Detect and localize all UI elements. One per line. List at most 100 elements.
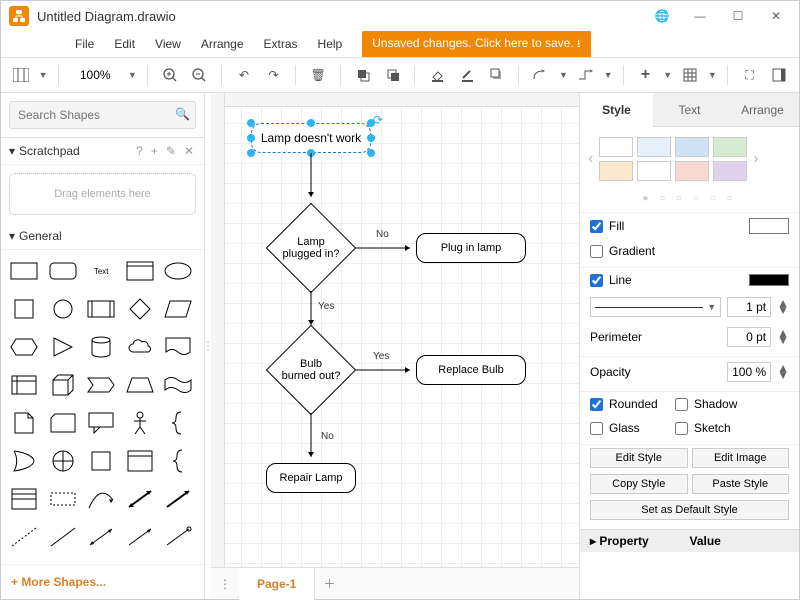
- swatch-6[interactable]: [675, 161, 709, 181]
- canvas[interactable]: Lamp doesn't work ⟳ Lamp plugged in? No …: [211, 93, 579, 567]
- maximize-button[interactable]: ☐: [723, 1, 753, 31]
- shape-xor[interactable]: [7, 446, 41, 476]
- add-icon[interactable]: +: [149, 144, 160, 158]
- glass-checkbox[interactable]: [590, 422, 603, 435]
- shape-data[interactable]: [84, 446, 118, 476]
- insert-button[interactable]: +: [634, 63, 658, 87]
- shape-bracket[interactable]: [161, 446, 195, 476]
- shape-textbox[interactable]: [123, 256, 157, 286]
- table-button[interactable]: [678, 63, 702, 87]
- menu-file[interactable]: File: [67, 33, 102, 55]
- swatch-1[interactable]: [637, 137, 671, 157]
- undo-button[interactable]: ↶: [232, 63, 256, 87]
- node-burned[interactable]: Bulb burned out?: [266, 325, 356, 415]
- edge-no1[interactable]: No: [376, 229, 389, 240]
- rotate-handle[interactable]: ⟳: [373, 113, 383, 123]
- fill-preview[interactable]: [749, 218, 789, 234]
- edit-style-button[interactable]: Edit Style: [590, 448, 688, 468]
- shape-tape[interactable]: [161, 370, 195, 400]
- globe-icon[interactable]: 🌐: [647, 1, 677, 31]
- properties-header[interactable]: ▸ PropertyValue: [580, 529, 799, 552]
- menu-arrange[interactable]: Arrange: [193, 33, 252, 55]
- close-button[interactable]: ✕: [761, 1, 791, 31]
- scratchpad-header[interactable]: ▾Scratchpad ? + ✎ ✕: [1, 138, 204, 165]
- line-preview[interactable]: [749, 274, 789, 286]
- zoom-in-button[interactable]: [158, 63, 182, 87]
- palette-prev[interactable]: ‹: [588, 150, 593, 168]
- waypoint-button[interactable]: [574, 63, 598, 87]
- shape-curve[interactable]: [84, 484, 118, 514]
- shape-listitem[interactable]: [46, 484, 80, 514]
- sketch-checkbox[interactable]: [675, 422, 688, 435]
- perimeter-input[interactable]: [727, 327, 771, 347]
- tab-page-1[interactable]: Page-1: [239, 568, 315, 600]
- edge-yes2[interactable]: Yes: [373, 351, 389, 362]
- menu-help[interactable]: Help: [310, 33, 351, 55]
- menu-extras[interactable]: Extras: [256, 33, 306, 55]
- shape-process[interactable]: [84, 294, 118, 324]
- shape-or[interactable]: [46, 446, 80, 476]
- shape-dir-thin[interactable]: [123, 522, 157, 552]
- tab-style[interactable]: Style: [580, 93, 653, 127]
- shape-square[interactable]: [7, 294, 41, 324]
- fullscreen-button[interactable]: ⛶: [738, 63, 762, 87]
- tab-text[interactable]: Text: [653, 93, 726, 127]
- shape-document[interactable]: [161, 332, 195, 362]
- swatch-5[interactable]: [637, 161, 671, 181]
- shape-bidir-thin[interactable]: [84, 522, 118, 552]
- redo-button[interactable]: ↷: [262, 63, 286, 87]
- shape-note[interactable]: [7, 408, 41, 438]
- shape-parallelogram[interactable]: [161, 294, 195, 324]
- shape-callout[interactable]: [84, 408, 118, 438]
- delete-button[interactable]: 🗑: [306, 63, 330, 87]
- shape-cube[interactable]: [46, 370, 80, 400]
- shape-circle[interactable]: [46, 294, 80, 324]
- pages-menu-button[interactable]: ⋮: [211, 568, 239, 600]
- shadow-button[interactable]: [485, 63, 509, 87]
- line-color-button[interactable]: [455, 63, 479, 87]
- node-repair[interactable]: Repair Lamp: [266, 463, 356, 493]
- shape-link[interactable]: [161, 522, 195, 552]
- node-plugin[interactable]: Plug in lamp: [416, 233, 526, 263]
- line-width-input[interactable]: [727, 297, 771, 317]
- general-header[interactable]: ▾General: [1, 223, 204, 250]
- menu-edit[interactable]: Edit: [106, 33, 143, 55]
- shape-text[interactable]: Text: [84, 256, 118, 286]
- search-input[interactable]: [9, 101, 196, 129]
- fill-color-button[interactable]: [425, 63, 449, 87]
- node-plugged[interactable]: Lamp plugged in?: [266, 203, 356, 293]
- to-back-button[interactable]: [381, 63, 405, 87]
- swatch-white[interactable]: [599, 137, 633, 157]
- fill-checkbox[interactable]: [590, 220, 603, 233]
- line-checkbox[interactable]: [590, 274, 603, 287]
- edit-image-button[interactable]: Edit Image: [692, 448, 790, 468]
- edit-icon[interactable]: ✎: [164, 144, 178, 158]
- palette-next[interactable]: ›: [753, 150, 758, 168]
- opacity-input[interactable]: [727, 362, 771, 382]
- shape-step[interactable]: [84, 370, 118, 400]
- shape-bidir-arrow[interactable]: [123, 484, 157, 514]
- more-shapes[interactable]: + More Shapes...: [1, 564, 204, 599]
- format-panel-button[interactable]: [767, 63, 791, 87]
- shape-ellipse[interactable]: [161, 256, 195, 286]
- node-replace[interactable]: Replace Bulb: [416, 355, 526, 385]
- swatch-2[interactable]: [675, 137, 709, 157]
- shape-cloud[interactable]: [123, 332, 157, 362]
- help-icon[interactable]: ?: [134, 144, 145, 158]
- shadow-checkbox[interactable]: [675, 398, 688, 411]
- copy-style-button[interactable]: Copy Style: [590, 474, 688, 494]
- shape-actor[interactable]: [123, 408, 157, 438]
- minimize-button[interactable]: —: [685, 1, 715, 31]
- shape-diamond[interactable]: [123, 294, 157, 324]
- shape-line[interactable]: [46, 522, 80, 552]
- gradient-checkbox[interactable]: [590, 245, 603, 258]
- scratchpad-dropzone[interactable]: Drag elements here: [9, 173, 196, 215]
- shape-list[interactable]: [7, 484, 41, 514]
- shape-curly[interactable]: [161, 408, 195, 438]
- shape-hexagon[interactable]: [7, 332, 41, 362]
- shape-arrow[interactable]: [161, 484, 195, 514]
- rounded-checkbox[interactable]: [590, 398, 603, 411]
- shape-triangle[interactable]: [46, 332, 80, 362]
- tab-arrange[interactable]: Arrange: [726, 93, 799, 127]
- connection-button[interactable]: [529, 63, 553, 87]
